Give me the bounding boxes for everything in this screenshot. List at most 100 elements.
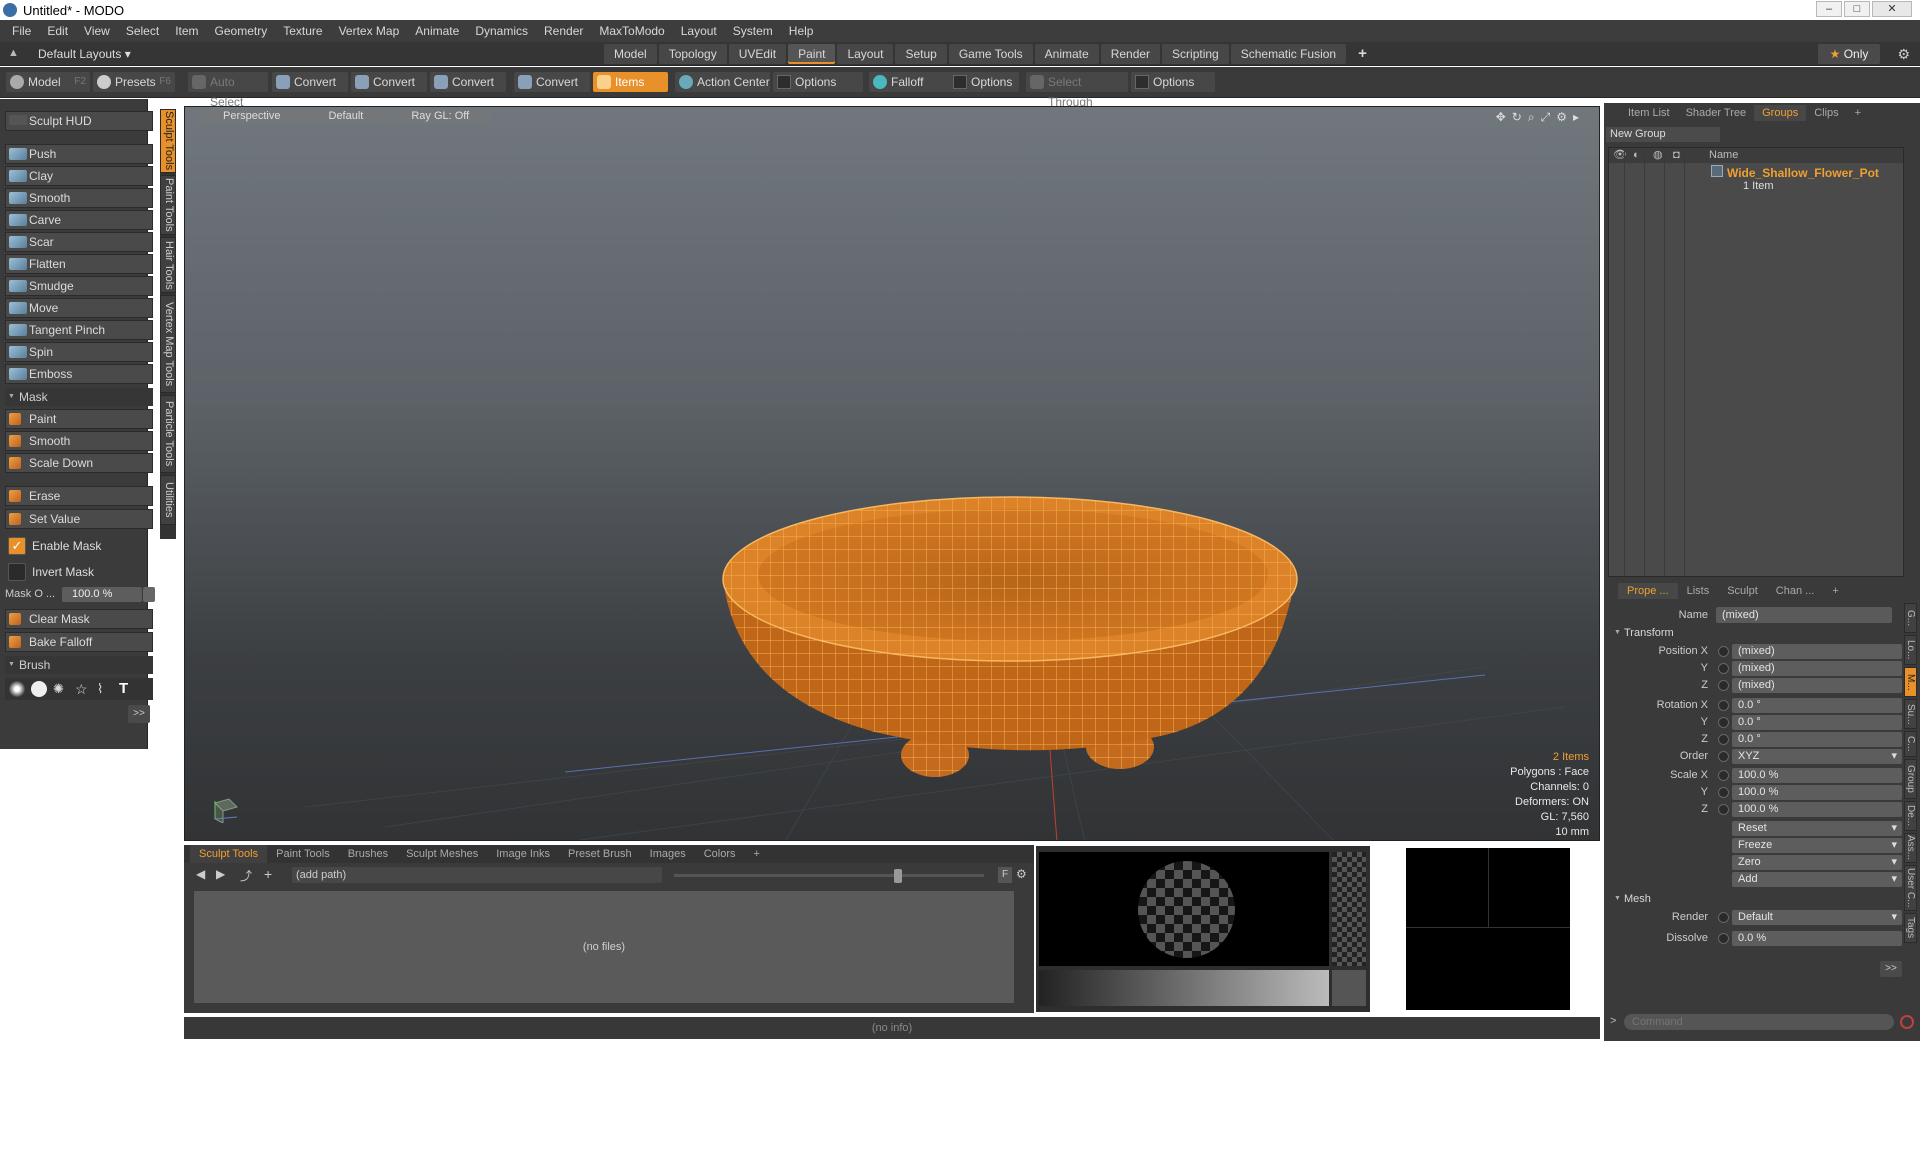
transform-section[interactable]: Transform	[1614, 627, 1674, 639]
menu-file[interactable]: File	[4, 24, 39, 38]
splat-brush-icon[interactable]: ✺	[53, 681, 69, 697]
menu-system[interactable]: System	[725, 24, 781, 38]
clear-mask-button[interactable]: Clear Mask	[5, 609, 153, 629]
side-tab-su[interactable]: Su...	[1904, 699, 1917, 729]
side-tab-lo[interactable]: Lo...	[1904, 635, 1917, 665]
tab-model[interactable]: Model	[604, 44, 657, 64]
add-scene-tab[interactable]: +	[1847, 105, 1869, 121]
gear-icon[interactable]: ⚙	[1016, 867, 1027, 881]
layout-collapse-icon[interactable]: ▲	[8, 47, 19, 59]
mask-section-header[interactable]: Mask	[5, 388, 153, 406]
tool-move[interactable]: Move	[5, 298, 153, 318]
menu-render[interactable]: Render	[536, 24, 591, 38]
browser-tab-image-inks[interactable]: Image Inks	[487, 845, 559, 863]
tab-clips[interactable]: Clips	[1806, 105, 1846, 121]
options-checkbox[interactable]	[953, 75, 967, 89]
dissolve-field[interactable]: 0.0 %	[1732, 931, 1902, 946]
close-button[interactable]: ✕	[1872, 1, 1912, 17]
group-name[interactable]: Wide_Shallow_Flower_Pot	[1727, 166, 1879, 180]
brush-section-header[interactable]: Brush	[5, 656, 153, 674]
mesh-section[interactable]: Mesh	[1614, 893, 1651, 905]
tab-channels[interactable]: Chan ...	[1767, 583, 1824, 599]
tool-spin[interactable]: Spin	[5, 342, 153, 362]
menu-animate[interactable]: Animate	[407, 24, 467, 38]
only-button[interactable]: ★ Only	[1818, 44, 1880, 64]
vtab-vertex-map-tools[interactable]: Vertex Map Tools	[160, 295, 176, 393]
tool-push[interactable]: Push	[5, 144, 153, 164]
order-dropdown[interactable]: XYZ	[1732, 749, 1902, 764]
checkmark-icon[interactable]: ✓	[8, 537, 26, 555]
menu-dynamics[interactable]: Dynamics	[467, 24, 536, 38]
file-grid[interactable]: (no files)	[194, 891, 1014, 1003]
tab-groups[interactable]: Groups	[1754, 105, 1807, 121]
render-dropdown[interactable]: Default	[1732, 910, 1902, 925]
tab-layout[interactable]: Layout	[837, 44, 894, 64]
vtab-paint-tools[interactable]: Paint Tools	[160, 175, 176, 235]
tool-smudge[interactable]: Smudge	[5, 276, 153, 296]
groups-list[interactable]: 👁 ◐ ◍ ◘ Name Wide_Shallow_Flower_Pot 1 I…	[1608, 147, 1904, 577]
color-swatch[interactable]	[1332, 970, 1366, 1006]
maximize-button[interactable]: □	[1844, 1, 1870, 17]
mask-erase-button[interactable]: Erase	[5, 486, 153, 506]
tab-game-tools[interactable]: Game Tools	[948, 44, 1033, 64]
tool-scar[interactable]: Scar	[5, 232, 153, 252]
menu-item[interactable]: Item	[167, 24, 206, 38]
up-folder-icon[interactable]: ⤴	[240, 867, 252, 884]
expand-button[interactable]: >>	[128, 705, 150, 723]
freeze-dropdown[interactable]: Freeze	[1732, 838, 1902, 853]
browser-tab-sculpt-tools[interactable]: Sculpt Tools	[190, 845, 268, 863]
side-tab-user-channels[interactable]: User C...	[1904, 865, 1917, 911]
mask-opacity-field[interactable]: 100.0 %	[62, 587, 142, 602]
rotation-y-field[interactable]: 0.0 °	[1732, 715, 1902, 730]
new-group-button[interactable]: New Group	[1606, 127, 1720, 142]
scale-z-keyframe[interactable]	[1718, 804, 1729, 815]
soft-brush-icon[interactable]	[9, 681, 25, 697]
tool-tangent-pinch[interactable]: Tangent Pinch	[5, 320, 153, 340]
tool-flatten[interactable]: Flatten	[5, 254, 153, 274]
side-tab-group[interactable]: Group	[1904, 759, 1917, 799]
menu-maxtomodo[interactable]: MaxToModo	[591, 24, 672, 38]
browser-tab-brushes[interactable]: Brushes	[339, 845, 397, 863]
hard-brush-icon[interactable]	[31, 681, 47, 697]
mask-paint-button[interactable]: Paint	[5, 409, 153, 429]
rotation-x-field[interactable]: 0.0 °	[1732, 698, 1902, 713]
3d-viewport[interactable]: Perspective Default Ray GL: Off ✥ ↻ ⌕ ⤢ …	[184, 106, 1600, 841]
convert-edges-button[interactable]: Convert	[351, 72, 427, 92]
scale-z-field[interactable]: 100.0 %	[1732, 802, 1902, 817]
record-macro-icon[interactable]	[1900, 1015, 1914, 1029]
presets-button[interactable]: Presets F6	[93, 72, 175, 92]
menu-view[interactable]: View	[76, 24, 118, 38]
tab-uvedit[interactable]: UVEdit	[728, 44, 787, 64]
render-keyframe[interactable]	[1718, 912, 1729, 923]
tool-smooth[interactable]: Smooth	[5, 188, 153, 208]
menu-vertex-map[interactable]: Vertex Map	[331, 24, 408, 38]
menu-edit[interactable]: Edit	[39, 24, 76, 38]
sculpt-hud-button[interactable]: Sculpt HUD	[5, 111, 153, 131]
tab-properties[interactable]: Prope ...	[1618, 583, 1678, 599]
side-tab-de[interactable]: De...	[1904, 801, 1917, 831]
side-tab-m[interactable]: M...	[1904, 667, 1917, 697]
falloff-button[interactable]: Falloff	[869, 72, 955, 92]
browser-tab-preset-brush[interactable]: Preset Brush	[559, 845, 641, 863]
position-z-field[interactable]: (mixed)	[1732, 678, 1902, 693]
tool-carve[interactable]: Carve	[5, 210, 153, 230]
position-z-keyframe[interactable]	[1718, 680, 1729, 691]
side-tab-ass[interactable]: Ass...	[1904, 833, 1917, 863]
tab-schematic-fusion[interactable]: Schematic Fusion	[1230, 44, 1347, 64]
bake-falloff-button[interactable]: Bake Falloff	[5, 632, 153, 652]
auto-select-button[interactable]: Auto Select	[188, 72, 268, 109]
position-x-keyframe[interactable]	[1718, 646, 1729, 657]
menu-help[interactable]: Help	[781, 24, 822, 38]
expand-properties-button[interactable]: >>	[1880, 961, 1902, 977]
forward-arrow-icon[interactable]: ▶	[216, 867, 225, 881]
command-input[interactable]	[1624, 1014, 1894, 1030]
convert-polygons-button[interactable]: Convert	[430, 72, 506, 92]
falloff-options-button[interactable]: Options	[949, 72, 1019, 92]
name-field[interactable]: (mixed)	[1716, 607, 1892, 623]
tab-scripting[interactable]: Scripting	[1162, 44, 1229, 64]
mask-smooth-button[interactable]: Smooth	[5, 431, 153, 451]
tab-item-list[interactable]: Item List	[1620, 105, 1678, 121]
filter-button[interactable]: F	[998, 867, 1012, 883]
text-brush-icon[interactable]: T	[119, 681, 135, 697]
slider-handle[interactable]	[894, 869, 902, 883]
